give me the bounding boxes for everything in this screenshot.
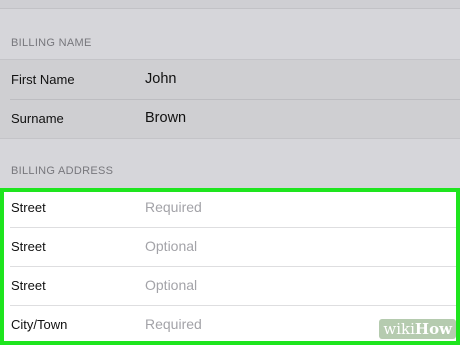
- billing-address-header-text: BILLING ADDRESS: [11, 165, 114, 177]
- watermark-part2: How: [414, 320, 452, 338]
- first-name-row[interactable]: First Name John: [0, 60, 460, 99]
- surname-field[interactable]: Brown: [145, 99, 186, 138]
- billing-name-header-text: BILLING NAME: [11, 37, 92, 49]
- billing-name-group: First Name John Surname Brown: [0, 59, 460, 139]
- street-1-row[interactable]: Street Required: [0, 188, 460, 227]
- first-name-field[interactable]: John: [145, 60, 176, 99]
- street-2-label: Street: [11, 239, 46, 254]
- city-town-field[interactable]: Required: [145, 305, 202, 344]
- city-town-label: City/Town: [11, 317, 68, 332]
- street-3-field[interactable]: Optional: [145, 266, 197, 305]
- wikihow-watermark: wikiHow: [379, 319, 456, 339]
- watermark-part1: wiki: [383, 320, 415, 338]
- street-3-label: Street: [11, 278, 46, 293]
- surname-row[interactable]: Surname Brown: [0, 99, 460, 138]
- top-divider-band: [0, 0, 460, 9]
- street-3-row[interactable]: Street Optional: [0, 266, 460, 305]
- billing-address-header: BILLING ADDRESS: [0, 161, 460, 181]
- street-2-row[interactable]: Street Optional: [0, 227, 460, 266]
- street-2-field[interactable]: Optional: [145, 227, 197, 266]
- billing-name-header: BILLING NAME: [0, 33, 460, 53]
- street-1-field[interactable]: Required: [145, 188, 202, 227]
- street-1-label: Street: [11, 200, 46, 215]
- first-name-label: First Name: [11, 72, 75, 87]
- surname-label: Surname: [11, 111, 64, 126]
